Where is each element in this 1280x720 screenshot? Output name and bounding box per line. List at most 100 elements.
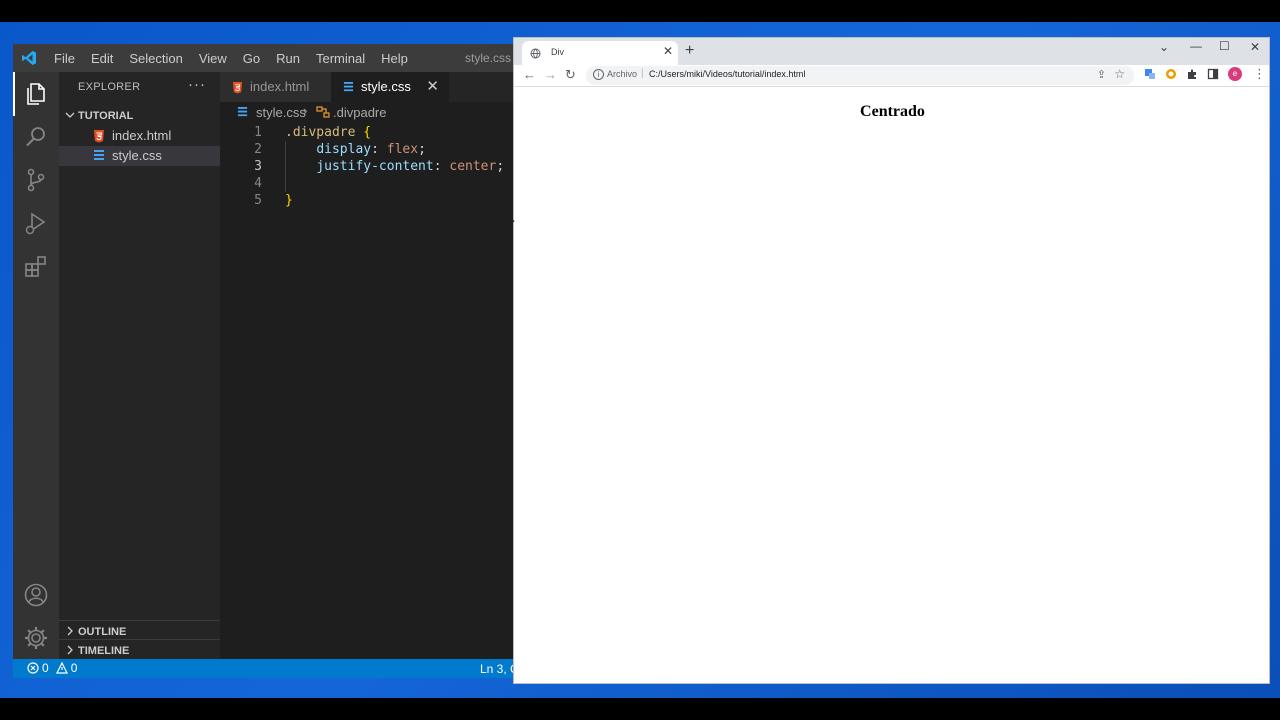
folder-name: TUTORIAL xyxy=(78,110,134,122)
file-index-html[interactable]: index.html xyxy=(59,126,220,146)
globe-icon xyxy=(530,48,541,59)
back-icon[interactable]: ← xyxy=(523,67,536,82)
address-bar[interactable]: i Archivo | C:/Users/miki/Videos/tutoria… xyxy=(586,66,1134,85)
line-number: 3 xyxy=(254,159,262,174)
extensions-icon[interactable] xyxy=(23,253,49,279)
maximize-button[interactable]: ☐ xyxy=(1219,39,1230,53)
run-debug-icon[interactable] xyxy=(23,210,49,236)
extension-icon[interactable] xyxy=(1165,68,1177,80)
share-icon[interactable]: ⇪ xyxy=(1097,68,1106,81)
puzzle-extensions-icon[interactable] xyxy=(1186,68,1198,80)
problems-indicator[interactable]: 0 0 xyxy=(27,661,77,675)
source-control-icon[interactable] xyxy=(23,167,49,193)
browser-tab-title: Div xyxy=(551,47,564,57)
folder-tutorial[interactable]: TUTORIAL xyxy=(59,106,220,126)
tab-index-html[interactable]: index.html xyxy=(220,72,331,102)
menu-edit[interactable]: Edit xyxy=(91,51,113,66)
css-selector-symbol-icon xyxy=(316,106,330,118)
menu-selection[interactable]: Selection xyxy=(129,51,182,66)
menu-bar: File Edit Selection View Go Run Terminal… xyxy=(54,44,424,72)
close-window-button[interactable]: ✕ xyxy=(1250,40,1260,54)
vscode-titlebar: File Edit Selection View Go Run Terminal… xyxy=(13,44,513,72)
activity-active-indicator xyxy=(13,72,15,116)
browser-window: Div ✕ + ⌄ — ☐ ✕ ← → ↻ i Archivo | C:/Use… xyxy=(513,37,1270,684)
close-tab-icon[interactable]: ✕ xyxy=(663,44,673,58)
browser-tabstrip: Div ✕ + ⌄ — ☐ ✕ xyxy=(514,38,1269,65)
tab-label: style.css xyxy=(361,79,411,94)
code-line: 4 xyxy=(220,175,513,192)
settings-gear-icon[interactable] xyxy=(23,625,49,651)
forward-icon[interactable]: → xyxy=(544,67,557,82)
timeline-section[interactable]: TIMELINE xyxy=(59,639,220,660)
reload-icon[interactable]: ↻ xyxy=(565,67,576,83)
menu-view[interactable]: View xyxy=(199,51,227,66)
code-line: 1 .divpadre { xyxy=(220,124,513,141)
code-line: 2 display: flex; xyxy=(220,141,513,158)
site-info-icon[interactable]: i xyxy=(593,69,604,80)
profile-avatar[interactable]: e xyxy=(1228,67,1242,81)
explorer-sidebar: EXPLORER ··· TUTORIAL index.html style.c… xyxy=(59,72,220,659)
css-value: flex xyxy=(386,142,419,157)
open-brace: { xyxy=(363,125,372,140)
search-icon[interactable] xyxy=(23,124,49,150)
css-property: justify-content xyxy=(316,159,434,174)
new-tab-button[interactable]: + xyxy=(685,42,694,60)
file-style-css[interactable]: style.css xyxy=(59,146,220,166)
scheme-label: Archivo xyxy=(607,69,638,79)
menu-run[interactable]: Run xyxy=(276,51,300,66)
url-text[interactable]: C:/Users/miki/Videos/tutorial/index.html xyxy=(649,69,805,79)
close-tab-icon[interactable]: ✕ xyxy=(426,77,439,95)
tab-style-css[interactable]: style.css ✕ xyxy=(331,72,449,102)
warning-count: 0 xyxy=(70,661,78,675)
vscode-logo-icon xyxy=(22,51,36,65)
line-content: .divpadre { xyxy=(285,124,371,141)
minimize-button[interactable]: — xyxy=(1190,39,1202,53)
outline-section[interactable]: OUTLINE xyxy=(59,620,220,641)
side-panel-icon[interactable] xyxy=(1207,68,1219,80)
translate-extension-icon[interactable] xyxy=(1144,68,1156,80)
css3-icon xyxy=(94,150,104,160)
browser-toolbar: ← → ↻ i Archivo | C:/Users/miki/Videos/t… xyxy=(514,65,1269,87)
cursor-position[interactable]: Ln 3, C xyxy=(480,662,513,676)
bookmark-star-icon[interactable]: ☆ xyxy=(1114,67,1125,81)
more-actions-icon[interactable]: ··· xyxy=(188,76,206,93)
html5-icon xyxy=(232,82,243,94)
browser-tab[interactable]: Div ✕ xyxy=(522,41,678,65)
tab-search-icon[interactable]: ⌄ xyxy=(1159,40,1169,54)
status-bar: 0 0 Ln 3, C xyxy=(13,659,513,678)
web-page-content: Centrado xyxy=(514,87,1269,683)
menu-go[interactable]: Go xyxy=(243,51,260,66)
code-line-current: 3 justify-content: center; xyxy=(220,158,513,175)
account-icon[interactable] xyxy=(23,582,49,608)
explorer-files-icon[interactable] xyxy=(23,81,49,107)
line-number: 1 xyxy=(254,125,262,140)
breadcrumb-file[interactable]: style.css xyxy=(256,105,306,120)
window-title: style.css xyxy=(464,51,511,65)
chevron-down-icon xyxy=(65,112,75,118)
css3-icon xyxy=(237,107,248,117)
menu-help[interactable]: Help xyxy=(381,51,408,66)
vscode-window: File Edit Selection View Go Run Terminal… xyxy=(13,44,513,678)
activity-bar xyxy=(13,72,59,659)
outline-label: OUTLINE xyxy=(78,626,127,638)
css-selector: .divpadre xyxy=(285,125,356,140)
error-count: 0 xyxy=(42,661,49,675)
css-property: display xyxy=(316,142,372,157)
colon: : xyxy=(371,142,387,157)
semicolon: ; xyxy=(496,159,505,174)
menu-terminal[interactable]: Terminal xyxy=(316,51,365,66)
code-line: 5 } xyxy=(220,192,513,209)
file-name: style.css xyxy=(112,148,162,163)
breadcrumb-symbol[interactable]: .divpadre xyxy=(333,105,386,120)
css-value: center xyxy=(449,159,497,174)
error-icon xyxy=(27,662,39,674)
menu-file[interactable]: File xyxy=(54,51,75,66)
css3-icon xyxy=(343,82,354,92)
breadcrumb: style.css › .divpadre xyxy=(220,102,513,124)
semicolon: ; xyxy=(418,142,426,157)
browser-menu-icon[interactable]: ⋮ xyxy=(1253,66,1266,82)
warning-icon xyxy=(55,662,68,674)
page-heading: Centrado xyxy=(860,103,925,120)
html5-icon xyxy=(94,130,104,143)
editor-area: index.html style.css ✕ style.css › .divp… xyxy=(220,72,513,659)
